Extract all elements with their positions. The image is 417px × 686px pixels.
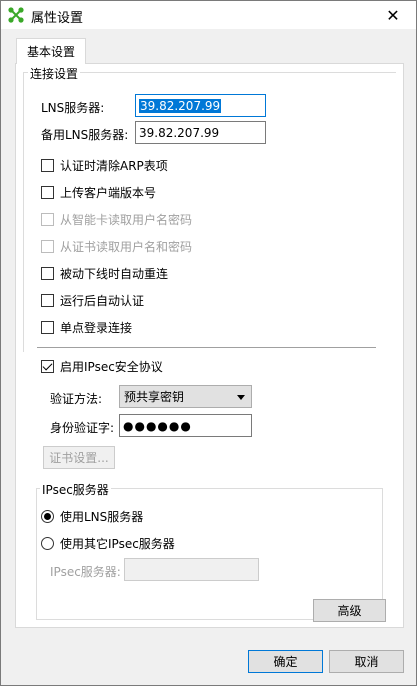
option-label: 从证书读取用户名和密码 <box>60 240 193 254</box>
option-label: 认证时清除ARP表项 <box>60 159 168 173</box>
lns-server-value: 39.82.207.99 <box>139 98 222 113</box>
app-logo-icon <box>8 7 24 23</box>
checkbox[interactable] <box>41 267 54 280</box>
checkbox-checked[interactable] <box>41 360 54 373</box>
ipsec-server-legend: IPsec服务器 <box>40 481 111 498</box>
tab-panel: 连接设置 LNS服务器: 39.82.207.99 备用LNS服务器: 39.8… <box>15 63 404 628</box>
radio-label: 使用其它IPsec服务器 <box>60 537 175 551</box>
button-label: 取消 <box>354 655 379 669</box>
checkbox[interactable] <box>41 321 54 334</box>
auth-method-value: 预共享密钥 <box>124 390 185 404</box>
lns-server-label: LNS服务器: <box>41 101 105 115</box>
checkbox <box>41 240 54 253</box>
ipsec-server-input <box>124 558 259 581</box>
tab-label: 基本设置 <box>26 45 75 59</box>
option-label: 从智能卡读取用户名密码 <box>60 213 193 227</box>
option-label: 被动下线时自动重连 <box>60 267 169 281</box>
auth-method-select[interactable]: 预共享密钥 <box>119 385 252 408</box>
option-read-smartcard: 从智能卡读取用户名密码 <box>41 211 192 228</box>
identity-key-input[interactable]: ●●●●●● <box>119 414 252 437</box>
radio-use-other-ipsec[interactable]: 使用其它IPsec服务器 <box>41 535 175 552</box>
dialog-client: 基本设置 连接设置 LNS服务器: 39.82.207.99 备用LNS服务器:… <box>1 29 416 685</box>
option-read-certificate: 从证书读取用户名和密码 <box>41 238 192 255</box>
separator <box>37 347 376 348</box>
checkbox[interactable] <box>41 159 54 172</box>
ipsec-server-label: IPsec服务器: <box>50 565 121 579</box>
button-label: 确定 <box>273 655 298 669</box>
close-button[interactable]: ✕ <box>370 1 416 29</box>
radio-button[interactable] <box>41 537 54 550</box>
option-auto-reconnect[interactable]: 被动下线时自动重连 <box>41 265 168 282</box>
title-bar[interactable]: 属性设置 ✕ <box>1 1 416 29</box>
identity-key-value: ●●●●●● <box>123 418 192 433</box>
backup-lns-server-value: 39.82.207.99 <box>139 125 220 140</box>
radio-label: 使用LNS服务器 <box>60 510 144 524</box>
cancel-button[interactable]: 取消 <box>329 650 404 673</box>
checkbox[interactable] <box>41 186 54 199</box>
option-single-sign-on[interactable]: 单点登录连接 <box>41 319 132 336</box>
identity-key-label: 身份验证字: <box>50 421 115 435</box>
checkbox[interactable] <box>41 294 54 307</box>
auth-method-label: 验证方法: <box>50 392 103 406</box>
option-upload-version[interactable]: 上传客户端版本号 <box>41 184 156 201</box>
option-label: 单点登录连接 <box>60 321 133 335</box>
properties-dialog: 属性设置 ✕ 基本设置 连接设置 LNS服务器: 39.82.207.99 备用… <box>0 0 417 686</box>
option-clear-arp[interactable]: 认证时清除ARP表项 <box>41 157 168 174</box>
option-auto-auth[interactable]: 运行后自动认证 <box>41 292 144 309</box>
connection-settings-legend: 连接设置 <box>28 65 81 82</box>
radio-button-selected[interactable] <box>41 510 54 523</box>
ok-button[interactable]: 确定 <box>248 650 323 673</box>
close-icon: ✕ <box>386 5 400 25</box>
button-label: 证书设置... <box>49 451 109 465</box>
backup-lns-server-input[interactable]: 39.82.207.99 <box>135 121 266 144</box>
option-enable-ipsec[interactable]: 启用IPsec安全协议 <box>41 358 163 375</box>
tab-basic-settings[interactable]: 基本设置 <box>16 38 86 64</box>
checkbox <box>41 213 54 226</box>
advanced-button[interactable]: 高级 <box>313 599 386 622</box>
radio-use-lns[interactable]: 使用LNS服务器 <box>41 508 143 525</box>
chevron-down-icon <box>237 395 245 400</box>
backup-lns-server-label: 备用LNS服务器: <box>41 128 129 142</box>
option-label: 运行后自动认证 <box>60 294 145 308</box>
button-label: 高级 <box>337 604 362 618</box>
option-label: 上传客户端版本号 <box>60 186 157 200</box>
lns-server-input[interactable]: 39.82.207.99 <box>135 94 266 117</box>
option-label: 启用IPsec安全协议 <box>60 360 163 374</box>
window-title: 属性设置 <box>31 11 84 26</box>
certificate-settings-button: 证书设置... <box>43 446 115 469</box>
